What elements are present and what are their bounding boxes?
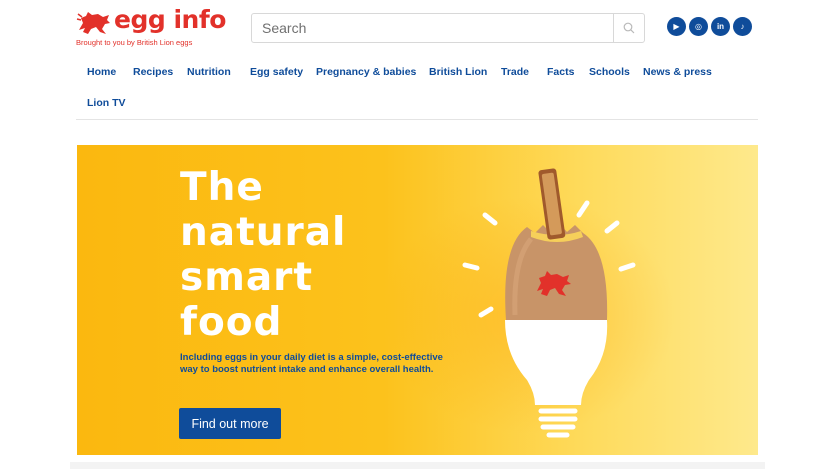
site-logo[interactable]: egg info Brought to you by British Lion … — [76, 5, 226, 50]
social-links: ▶ ◎ in ♪ — [667, 17, 752, 36]
hero-title-line: smart — [180, 255, 314, 300]
nav-item-pregnancy-babies[interactable]: Pregnancy & babies — [316, 66, 416, 78]
nav-item-facts[interactable]: Facts — [547, 66, 574, 78]
find-out-more-button[interactable]: Find out more — [179, 408, 281, 439]
nav-item-lion-tv[interactable]: Lion TV — [87, 97, 126, 109]
linkedin-icon[interactable]: in — [711, 17, 730, 36]
nav-item-news-press[interactable]: News & press — [643, 66, 712, 78]
hero-title-line: natural — [180, 210, 347, 255]
search-box — [251, 13, 645, 43]
hero-title: The natural smart food — [180, 165, 440, 345]
hero-banner: The natural smart food Including eggs in… — [77, 145, 758, 455]
hero-title-line: The — [180, 165, 264, 210]
hero-title-line: food — [180, 300, 283, 345]
nav-item-nutrition[interactable]: Nutrition — [187, 66, 231, 78]
tiktok-icon[interactable]: ♪ — [733, 17, 752, 36]
british-lion-icon — [76, 12, 110, 34]
search-button[interactable] — [613, 14, 644, 42]
main-nav: Home Recipes Nutrition Egg safety Pregna… — [76, 56, 758, 120]
brand-tagline: Brought to you by British Lion eggs — [76, 38, 193, 47]
search-input[interactable] — [252, 14, 614, 42]
hero-description: Including eggs in your daily diet is a s… — [180, 352, 443, 375]
brand-name: egg info — [114, 5, 226, 34]
egg-lightbulb-illustration — [462, 168, 636, 438]
nav-item-recipes[interactable]: Recipes — [133, 66, 173, 78]
content-strip — [70, 462, 765, 469]
nav-item-british-lion[interactable]: British Lion — [429, 66, 487, 78]
site-header: egg info Brought to you by British Lion … — [0, 0, 835, 56]
youtube-icon[interactable]: ▶ — [667, 17, 686, 36]
nav-item-schools[interactable]: Schools — [589, 66, 630, 78]
instagram-icon[interactable]: ◎ — [689, 17, 708, 36]
nav-item-trade[interactable]: Trade — [501, 66, 529, 78]
nav-item-home[interactable]: Home — [87, 66, 116, 78]
nav-item-egg-safety[interactable]: Egg safety — [250, 66, 303, 78]
search-icon — [623, 22, 635, 34]
